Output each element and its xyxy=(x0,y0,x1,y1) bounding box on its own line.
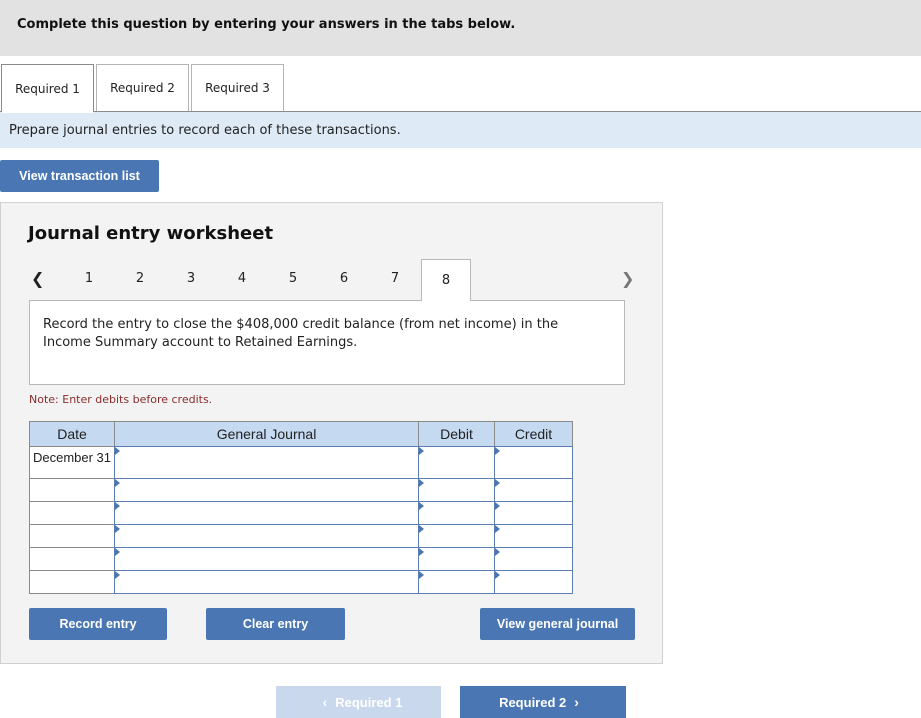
date-cell xyxy=(29,570,115,594)
debit-input[interactable] xyxy=(418,478,495,502)
credit-input[interactable] xyxy=(494,547,573,571)
previous-required-button[interactable]: ‹ Required 1 xyxy=(276,686,441,718)
previous-required-label: Required 1 xyxy=(335,694,403,710)
column-header-date: Date xyxy=(29,421,115,447)
entry-pager: ❮ 1 2 3 4 5 6 7 8 ❯ xyxy=(1,259,664,301)
credit-input[interactable] xyxy=(494,478,573,502)
date-cell xyxy=(29,478,115,502)
tab-bar: Required 1 Required 2 Required 3 xyxy=(0,64,921,113)
column-header-credit: Credit xyxy=(494,421,573,447)
debit-input[interactable] xyxy=(418,446,495,479)
page-2[interactable]: 2 xyxy=(130,271,150,286)
account-input[interactable] xyxy=(114,570,419,594)
view-transaction-list-button[interactable]: View transaction list xyxy=(0,160,159,192)
debit-input[interactable] xyxy=(418,547,495,571)
tab-required-1[interactable]: Required 1 xyxy=(1,64,94,113)
debit-input[interactable] xyxy=(418,501,495,525)
chevron-right-icon: › xyxy=(574,694,579,710)
date-cell: December 31 xyxy=(29,446,115,479)
date-cell xyxy=(29,524,115,548)
column-header-general-journal: General Journal xyxy=(114,421,419,447)
page-5[interactable]: 5 xyxy=(283,271,303,286)
tab-required-3[interactable]: Required 3 xyxy=(191,64,284,111)
column-header-debit: Debit xyxy=(418,421,495,447)
chevron-left-icon: ‹ xyxy=(322,694,328,710)
page-6[interactable]: 6 xyxy=(334,271,354,286)
credit-input[interactable] xyxy=(494,570,573,594)
debit-input[interactable] xyxy=(418,570,495,594)
page-3[interactable]: 3 xyxy=(181,271,201,286)
next-required-label: Required 2 xyxy=(499,694,567,710)
page-7[interactable]: 7 xyxy=(385,271,405,286)
account-input[interactable] xyxy=(114,478,419,502)
tab-required-2[interactable]: Required 2 xyxy=(96,64,189,111)
credit-input[interactable] xyxy=(494,446,573,479)
instruction-bar: Prepare journal entries to record each o… xyxy=(0,112,921,148)
chevron-right-icon[interactable]: ❯ xyxy=(621,269,634,288)
account-input[interactable] xyxy=(114,501,419,525)
record-entry-button[interactable]: Record entry xyxy=(29,608,167,640)
account-input[interactable] xyxy=(114,446,419,479)
journal-entry-worksheet: Journal entry worksheet ❮ 1 2 3 4 5 6 7 … xyxy=(0,202,663,664)
question-instruction: Complete this question by entering your … xyxy=(17,17,516,32)
account-input[interactable] xyxy=(114,547,419,571)
account-input[interactable] xyxy=(114,524,419,548)
debit-input[interactable] xyxy=(418,524,495,548)
instruction-text: Prepare journal entries to record each o… xyxy=(9,123,401,138)
page-1[interactable]: 1 xyxy=(79,271,99,286)
date-cell xyxy=(29,547,115,571)
credit-input[interactable] xyxy=(494,524,573,548)
date-cell xyxy=(29,501,115,525)
entry-description-box: Record the entry to close the $408,000 c… xyxy=(29,300,625,385)
page-4[interactable]: 4 xyxy=(232,271,252,286)
worksheet-title: Journal entry worksheet xyxy=(28,223,274,244)
view-general-journal-button[interactable]: View general journal xyxy=(480,608,635,640)
question-header: Complete this question by entering your … xyxy=(0,0,921,56)
next-required-button[interactable]: Required 2 › xyxy=(460,686,626,718)
credit-input[interactable] xyxy=(494,501,573,525)
entry-description: Record the entry to close the $408,000 c… xyxy=(43,317,559,350)
page-8[interactable]: 8 xyxy=(421,259,471,301)
debit-credit-note: Note: Enter debits before credits. xyxy=(29,393,213,406)
chevron-left-icon[interactable]: ❮ xyxy=(31,269,44,288)
clear-entry-button[interactable]: Clear entry xyxy=(206,608,345,640)
